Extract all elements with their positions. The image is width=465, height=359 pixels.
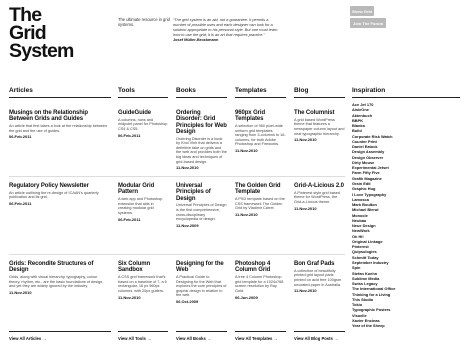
tool-desc: A columns, rows and midpoint panel for P… xyxy=(118,117,168,131)
book-desc: Universal Principles of Design is the fi… xyxy=(176,203,227,222)
article-item[interactable]: Musings on the Relationship Between Grid… xyxy=(9,110,109,139)
quote-author: Josef Müller-Brockmann xyxy=(173,37,219,42)
view-all-templates-link[interactable]: View All Templates → xyxy=(235,336,278,341)
logo-line-3: System xyxy=(9,40,74,62)
column-headings: Articles Tools Books Templates Blog Insp… xyxy=(0,87,465,97)
blog-bottom-rule xyxy=(294,331,345,332)
books-bottom-rule xyxy=(176,331,227,332)
view-all-tools-link[interactable]: View All Tools → xyxy=(118,336,151,341)
blog-rule xyxy=(294,97,345,98)
article-title[interactable]: Regulatory Policy Newsletter xyxy=(9,183,109,189)
heading-books[interactable]: Books xyxy=(176,87,196,94)
heading-blog[interactable]: Blog xyxy=(294,87,308,94)
show-grid-button[interactable]: Show Grid xyxy=(350,6,374,16)
tool-title[interactable]: Six Column Sandbox xyxy=(118,261,168,274)
books-rule xyxy=(176,97,227,98)
tool-desc: A web app and Photoshop extension that a… xyxy=(118,197,163,215)
articles-rule xyxy=(9,97,111,98)
template-date: 11.Nov.2010 xyxy=(235,148,258,154)
book-title[interactable]: Ordering Disorder: Grid Principles for W… xyxy=(176,110,227,135)
tool-date: 06.Feb.2011 xyxy=(118,132,141,138)
article-date: 11.Nov.2010 xyxy=(9,290,32,296)
article-desc: An article that first takes a look at th… xyxy=(9,124,108,133)
article-desc: Grids, along with visual hierarchy, typo… xyxy=(9,275,104,289)
article-title[interactable]: Grids: Recondite Structures of Design xyxy=(9,261,109,274)
row-separator xyxy=(9,254,345,255)
book-date: 06.Oct.2009 xyxy=(176,299,199,305)
articles-bottom-rule xyxy=(9,331,111,332)
book-item[interactable]: Designing for the Web A Practical Guide … xyxy=(176,261,227,304)
book-date: 11.Nov.2009 xyxy=(176,222,199,228)
view-all-blog-link[interactable]: View All Blog Posts → xyxy=(294,336,338,341)
tool-date: 11.Nov.2010 xyxy=(118,294,141,300)
inspiration-rule xyxy=(352,97,460,98)
book-date: 11.Nov.2010 xyxy=(176,165,199,171)
blog-date: 11.Nov.2010 xyxy=(294,288,317,294)
blog-desc: A Pinterest style grid based theme for W… xyxy=(294,190,341,204)
blog-item[interactable]: Grid-A-Licious 2.0 A Pinterest style gri… xyxy=(294,183,345,211)
tools-rule xyxy=(118,97,168,98)
header-quote: “The grid system is an aid, not a guaran… xyxy=(173,17,281,42)
heading-templates[interactable]: Templates xyxy=(235,87,267,94)
tool-item[interactable]: Six Column Sandbox A CSS grid framework … xyxy=(118,261,168,300)
blog-date: 11.Nov.2010 xyxy=(294,205,317,211)
heading-inspiration[interactable]: Inspiration xyxy=(352,87,385,94)
blog-date: 11.Nov.2010 xyxy=(294,137,317,143)
quote-text: “The grid system is an aid, not a guaran… xyxy=(173,17,278,37)
article-title[interactable]: Musings on the Relationship Between Grid… xyxy=(9,110,109,123)
blog-item[interactable]: Bon Graf Pads A collection of beautifull… xyxy=(294,261,345,293)
site-logo[interactable]: The Grid System xyxy=(9,5,109,62)
site-tagline: The ultimate resource in grid systems. xyxy=(118,17,170,27)
template-desc: A PSD template based on the CSS framewor… xyxy=(235,197,285,211)
heading-tools[interactable]: Tools xyxy=(118,87,135,94)
inspiration-link[interactable]: Year of the Sheep xyxy=(352,323,462,328)
article-desc: An article outlining the re-design of IC… xyxy=(9,190,99,200)
blog-desc: A collection of beautifully printed grid… xyxy=(294,268,342,287)
template-item[interactable]: Photoshop 4 Column Grid A free 4 Column … xyxy=(235,261,286,300)
template-desc: A selection of 960 pixel-wide uniform gr… xyxy=(235,124,286,147)
book-item[interactable]: Ordering Disorder: Grid Principles for W… xyxy=(176,110,227,170)
article-date: 06.Feb.2011 xyxy=(9,201,32,207)
heading-articles[interactable]: Articles xyxy=(9,87,33,94)
tool-title[interactable]: Modular Grid Pattern xyxy=(118,183,168,196)
template-date: 06.Jun.2009 xyxy=(235,294,258,300)
template-date: 11.Nov.2010 xyxy=(235,212,258,218)
blog-item[interactable]: The Columnist A grid based WordPress the… xyxy=(294,110,345,142)
blog-title[interactable]: Bon Graf Pads xyxy=(294,261,345,267)
templates-rule xyxy=(235,97,286,98)
inspiration-list: Ace Jet 170 AisleOne Aktenbuch BBPK Blanka Bu… xyxy=(352,102,462,328)
view-all-articles-link[interactable]: View All Articles → xyxy=(9,336,47,341)
row-separator xyxy=(9,176,345,177)
tool-item[interactable]: GuideGuide A columns, rows and midpoint … xyxy=(118,110,168,138)
blog-title[interactable]: Grid-A-Licious 2.0 xyxy=(294,183,345,189)
join-forum-button[interactable]: Join The Forum xyxy=(350,18,386,28)
article-item[interactable]: Regulatory Policy Newsletter An article … xyxy=(9,183,109,206)
template-title[interactable]: 960px Grid Templates xyxy=(235,110,286,123)
template-title[interactable]: The Golden Grid Template xyxy=(235,183,286,196)
blog-desc: A grid based WordPress theme that featur… xyxy=(294,117,345,136)
template-item[interactable]: 960px Grid Templates A selection of 960 … xyxy=(235,110,286,153)
book-desc: Ordering Disorder is a book by Khoi Vinh… xyxy=(176,136,227,164)
book-title[interactable]: Designing for the Web xyxy=(176,261,227,274)
tool-item[interactable]: Modular Grid Pattern A web app and Photo… xyxy=(118,183,168,222)
view-all-books-link[interactable]: View All Books → xyxy=(176,336,211,341)
template-desc: A free 4 Column Photoshop grid template … xyxy=(235,275,284,293)
template-item[interactable]: The Golden Grid Template A PSD template … xyxy=(235,183,286,217)
book-item[interactable]: Universal Principles of Design Universal… xyxy=(176,183,227,228)
article-item[interactable]: Grids: Recondite Structures of Design Gr… xyxy=(9,261,109,295)
tool-title[interactable]: GuideGuide xyxy=(118,110,168,116)
blog-title[interactable]: The Columnist xyxy=(294,110,345,116)
tools-bottom-rule xyxy=(118,331,168,332)
book-title[interactable]: Universal Principles of Design xyxy=(176,183,227,202)
tool-date: 06.Feb.2011 xyxy=(118,216,141,222)
article-date: 06.Feb.2011 xyxy=(9,134,32,140)
tool-desc: A CSS grid framework that’s based on a b… xyxy=(118,275,167,293)
template-title[interactable]: Photoshop 4 Column Grid xyxy=(235,261,286,274)
templates-bottom-rule xyxy=(235,331,286,332)
book-desc: A Practical Guide to Designing for the W… xyxy=(176,275,227,298)
